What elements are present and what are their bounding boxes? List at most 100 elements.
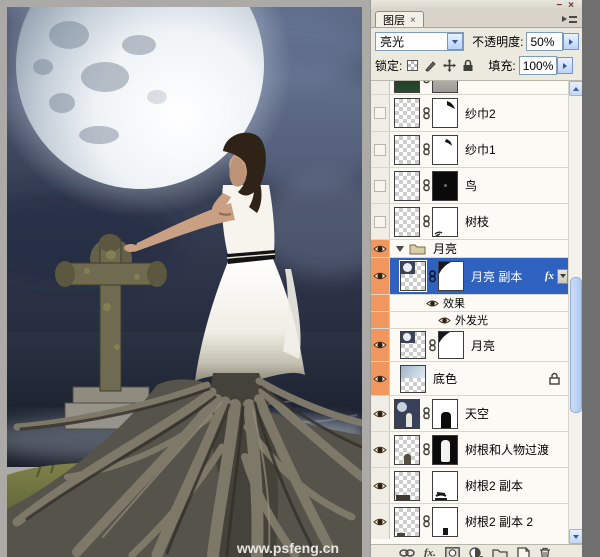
- panel-menu-icon[interactable]: [558, 12, 580, 26]
- visibility-toggle[interactable]: [371, 168, 390, 203]
- folder-icon: [409, 242, 426, 255]
- visibility-toggle[interactable]: [371, 329, 390, 361]
- layer-thumbnail[interactable]: [394, 81, 420, 93]
- layer-mask-thumbnail[interactable]: [432, 435, 458, 465]
- opacity-input[interactable]: 50%: [526, 32, 563, 51]
- layer-row[interactable]: 纱巾1: [371, 132, 582, 168]
- layer-row[interactable]: 纱巾2: [371, 95, 582, 132]
- fill-input[interactable]: 100%: [519, 56, 557, 75]
- new-group-icon[interactable]: [492, 547, 508, 557]
- layer-thumbnail[interactable]: [394, 435, 420, 465]
- expand-triangle-icon[interactable]: [396, 246, 404, 252]
- lock-all-icon[interactable]: [462, 59, 474, 72]
- visibility-toggle[interactable]: [371, 132, 390, 167]
- visibility-toggle[interactable]: [371, 432, 390, 467]
- tab-close-icon[interactable]: ×: [410, 15, 416, 26]
- panel-titlebar: − ×: [371, 0, 582, 11]
- layer-thumbnail[interactable]: [394, 98, 420, 128]
- layer-mask-thumbnail[interactable]: [432, 399, 458, 429]
- lock-move-icon[interactable]: [443, 59, 456, 72]
- chevron-down-icon[interactable]: [447, 33, 463, 50]
- visibility-toggle[interactable]: [371, 204, 390, 239]
- eye-icon: [373, 481, 387, 491]
- trash-icon[interactable]: [539, 547, 551, 557]
- add-layer-mask-icon[interactable]: [445, 547, 460, 557]
- lock-transparency-icon[interactable]: [407, 60, 418, 71]
- layer-thumbnail[interactable]: [394, 135, 420, 165]
- layer-controls: 亮光 不透明度: 50% 锁定: 填充: 100%: [371, 28, 582, 81]
- effects-header-row[interactable]: 效果: [371, 295, 582, 312]
- visibility-toggle[interactable]: [371, 396, 390, 431]
- opacity-label: 不透明度:: [472, 33, 523, 50]
- layer-style-icon[interactable]: fx.: [424, 547, 436, 557]
- adjustment-layer-icon[interactable]: [469, 547, 483, 557]
- lock-paint-brush-icon[interactable]: [424, 59, 437, 72]
- scrollbar-thumb[interactable]: [570, 277, 582, 413]
- layer-row[interactable]: [371, 81, 582, 95]
- link-icon: [420, 143, 432, 156]
- lock-icon: [549, 372, 560, 385]
- layer-mask-thumbnail[interactable]: [432, 81, 458, 93]
- minimize-icon[interactable]: −: [556, 2, 562, 10]
- layer-mask-thumbnail[interactable]: [432, 471, 458, 501]
- layer-mask-thumbnail[interactable]: [438, 261, 464, 291]
- layer-mask-thumbnail[interactable]: [438, 331, 464, 359]
- eye-icon[interactable]: [438, 316, 451, 325]
- watermark: www.psfeng.cn: [236, 540, 339, 556]
- opacity-slider-arrow-icon[interactable]: [563, 33, 579, 50]
- layer-row[interactable]: 底色: [371, 362, 582, 396]
- fx-icon[interactable]: fx: [545, 270, 554, 282]
- layer-row[interactable]: 月亮: [371, 329, 582, 362]
- layer-row[interactable]: 天空: [371, 396, 582, 432]
- layer-row[interactable]: 树根2 副本: [371, 468, 582, 504]
- visibility-toggle[interactable]: [371, 81, 390, 94]
- vertical-scrollbar[interactable]: [568, 81, 582, 544]
- visibility-toggle[interactable]: [371, 362, 390, 395]
- blend-mode-select[interactable]: 亮光: [375, 32, 464, 51]
- layer-thumbnail[interactable]: [394, 171, 420, 201]
- scroll-down-icon[interactable]: [569, 529, 582, 544]
- layer-row[interactable]: 树根2 副本 2: [371, 504, 582, 539]
- layer-mask-thumbnail[interactable]: [432, 207, 458, 237]
- layer-thumbnail[interactable]: [394, 399, 420, 429]
- effect-row[interactable]: 外发光: [371, 312, 582, 329]
- visibility-toggle[interactable]: [371, 258, 390, 294]
- eye-empty-icon: [374, 216, 386, 228]
- link-layers-icon[interactable]: [399, 548, 415, 557]
- fill-slider-arrow-icon[interactable]: [557, 57, 573, 74]
- layer-group-row[interactable]: 月亮: [371, 240, 582, 258]
- collapse-effects-icon[interactable]: [557, 269, 568, 284]
- layer-row[interactable]: 树根和人物过渡: [371, 432, 582, 468]
- scroll-up-icon[interactable]: [569, 81, 582, 96]
- new-layer-icon[interactable]: [517, 547, 530, 557]
- document-canvas[interactable]: www.psfeng.cn: [0, 0, 370, 557]
- layer-row[interactable]: 鸟: [371, 168, 582, 204]
- visibility-toggle[interactable]: [371, 95, 390, 131]
- layer-mask-thumbnail[interactable]: [432, 171, 458, 201]
- layer-mask-thumbnail[interactable]: [432, 98, 458, 128]
- layer-thumbnail[interactable]: [400, 261, 426, 291]
- eye-empty-icon: [374, 144, 386, 156]
- layer-row-selected[interactable]: 月亮 副本 fx: [371, 258, 582, 295]
- layer-mask-thumbnail[interactable]: [432, 507, 458, 537]
- visibility-toggle[interactable]: [371, 504, 390, 539]
- eye-icon: [373, 409, 387, 419]
- tab-layers[interactable]: 图层 ×: [375, 11, 424, 27]
- close-icon[interactable]: ×: [568, 2, 574, 10]
- link-icon: [420, 215, 432, 228]
- layer-thumbnail[interactable]: [400, 331, 426, 359]
- eye-icon: [373, 374, 387, 384]
- layer-list: 纱巾2 纱巾1: [371, 81, 582, 544]
- layer-thumbnail[interactable]: [400, 365, 426, 393]
- visibility-toggle[interactable]: [371, 240, 390, 257]
- layer-thumbnail[interactable]: [394, 471, 420, 501]
- label-color-strip: [371, 295, 390, 311]
- link-icon: [420, 515, 432, 528]
- layer-mask-thumbnail[interactable]: [432, 135, 458, 165]
- eye-icon: [373, 244, 387, 254]
- eye-icon[interactable]: [426, 299, 439, 308]
- layer-thumbnail[interactable]: [394, 207, 420, 237]
- layer-row[interactable]: 树枝: [371, 204, 582, 240]
- visibility-toggle[interactable]: [371, 468, 390, 503]
- layer-thumbnail[interactable]: [394, 507, 420, 537]
